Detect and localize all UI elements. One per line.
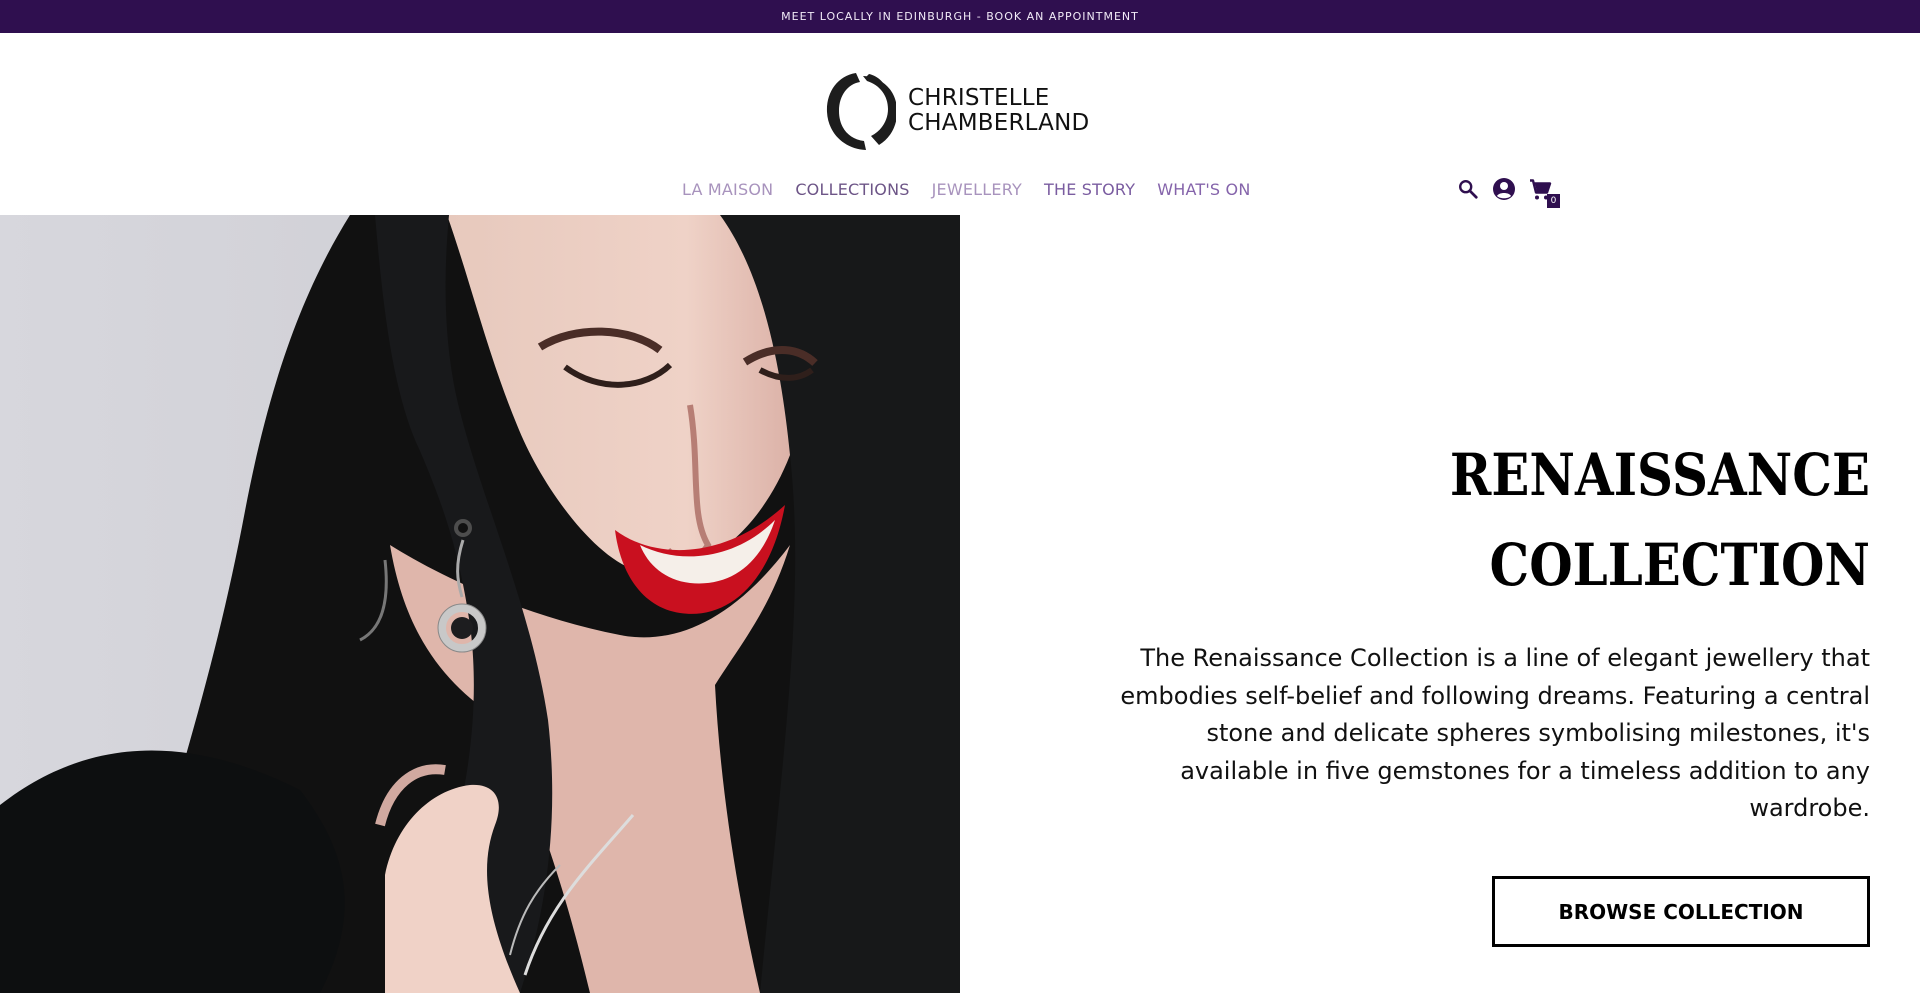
brand-name: CHRISTELLE CHAMBERLAND: [908, 86, 1089, 136]
nav-the-story[interactable]: THE STORY: [1033, 180, 1146, 199]
account-button[interactable]: [1492, 177, 1516, 201]
hero-title-line-2: COLLECTION: [1489, 531, 1870, 599]
nav-collections[interactable]: COLLECTIONS: [784, 180, 920, 199]
hero-title: RENAISSANCE COLLECTION: [1208, 430, 1870, 610]
brand-line-2: CHAMBERLAND: [908, 110, 1090, 136]
brand-line-1: CHRISTELLE: [908, 85, 1050, 111]
hero-content: RENAISSANCE COLLECTION The Renaissance C…: [1100, 430, 1870, 947]
cart-count-badge: 0: [1547, 194, 1560, 208]
header-actions: 0: [1456, 169, 1560, 209]
cart-button[interactable]: 0: [1528, 177, 1560, 208]
announcement-bar[interactable]: MEET LOCALLY IN EDINBURGH - BOOK AN APPO…: [0, 0, 1920, 33]
nav-jewellery[interactable]: JEWELLERY: [921, 180, 1033, 199]
hero-image: [0, 215, 960, 993]
account-icon: [1493, 178, 1515, 200]
announcement-text[interactable]: MEET LOCALLY IN EDINBURGH - BOOK AN APPO…: [781, 10, 1139, 23]
portrait-image: [0, 215, 960, 993]
nav-whats-on[interactable]: WHAT'S ON: [1146, 180, 1261, 199]
search-button[interactable]: [1456, 177, 1480, 201]
hero-description: The Renaissance Collection is a line of …: [1120, 644, 1870, 822]
site-header: CHRISTELLE CHAMBERLAND LA MAISON COLLECT…: [0, 33, 1920, 215]
nav-la-maison[interactable]: LA MAISON: [682, 180, 784, 199]
circle-c-logo-icon: [826, 73, 896, 150]
brand-logo[interactable]: CHRISTELLE CHAMBERLAND: [821, 69, 1103, 153]
hero-title-line-1: RENAISSANCE: [1449, 441, 1870, 509]
browse-collection-button[interactable]: BROWSE COLLECTION: [1492, 875, 1870, 947]
main-navigation: LA MAISON COLLECTIONS JEWELLERY THE STOR…: [682, 169, 1262, 209]
search-icon: [1459, 180, 1478, 199]
